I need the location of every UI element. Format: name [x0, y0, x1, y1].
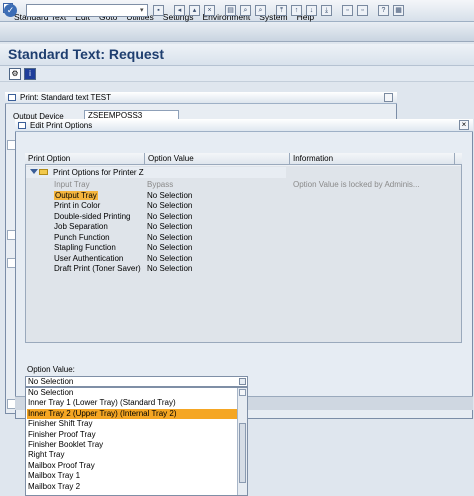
dialog-window-icon	[18, 122, 26, 129]
option-value-cell: Bypass	[147, 180, 174, 189]
dropdown-arrow-icon[interactable]	[239, 378, 246, 385]
find-icon[interactable]: ⌕	[240, 5, 251, 16]
next-page-icon[interactable]: ↓	[306, 5, 317, 16]
application-toolbar	[0, 66, 474, 82]
option-value-select[interactable]: No Selection	[25, 376, 248, 387]
print-option-cell: Print in Color	[54, 201, 101, 210]
option-value-cell: No Selection	[147, 232, 193, 242]
last-page-icon[interactable]: ⤓	[321, 5, 332, 16]
toolbar-icons: ▪ ◂ ▴ × ▤ ⌕ ⌕ ⤒ ↑ ↓ ⤓ ▫ ▫ ? ▦	[153, 5, 404, 16]
print-option-cell: User Authentication	[54, 253, 124, 263]
save-icon[interactable]: ▪	[153, 5, 164, 16]
toolbar-separator	[336, 5, 338, 16]
cancel-icon[interactable]: ×	[204, 5, 215, 16]
display-change-icon[interactable]: ⚙	[9, 68, 21, 80]
table-row[interactable]: Draft Print (Toner Saver) No Selection	[26, 264, 461, 275]
option-value-label: Option Value:	[27, 365, 75, 374]
new-session-icon[interactable]: ▫	[342, 5, 353, 16]
layout-menu-icon[interactable]: ▦	[393, 5, 404, 16]
print-option-cell: Output Tray	[54, 190, 98, 200]
tree-group-row[interactable]: Print Options for Printer Z	[26, 167, 286, 178]
column-header-option-value[interactable]: Option Value	[148, 154, 194, 163]
column-header-information[interactable]: Information	[293, 154, 333, 163]
listbox-item[interactable]: Finisher Shift Tray	[27, 419, 237, 429]
listbox-item[interactable]: Inner Tray 1 (Lower Tray) (Standard Tray…	[27, 398, 237, 408]
option-value-selected: No Selection	[28, 377, 74, 386]
scrollbar-thumb[interactable]	[239, 423, 246, 483]
option-value-cell: No Selection	[147, 201, 193, 210]
print-dialog-titlebar: Print: Standard text TEST	[5, 92, 397, 104]
group-label: Print Options for Printer Z	[53, 168, 144, 177]
option-value-listbox[interactable]: No Selection Inner Tray 1 (Lower Tray) (…	[25, 387, 248, 496]
toolbar-separator	[270, 5, 272, 16]
option-value-cell: No Selection	[147, 190, 193, 200]
option-value-cell: No Selection	[147, 222, 193, 231]
listbox-item[interactable]: Mailbox Tray 1	[27, 471, 237, 481]
table-row[interactable]: Job Separation No Selection	[26, 222, 461, 233]
back-icon[interactable]: ◂	[174, 5, 185, 16]
enter-icon[interactable]: ✓	[4, 4, 17, 17]
dialog-window-icon	[8, 94, 16, 101]
first-page-icon[interactable]: ⤒	[276, 5, 287, 16]
edit-print-options-title: Edit Print Options	[30, 121, 93, 130]
folder-icon	[39, 169, 48, 175]
option-value-cell: No Selection	[147, 243, 193, 252]
table-row[interactable]: User Authentication No Selection	[26, 254, 461, 265]
listbox-item[interactable]: Right Tray	[27, 450, 237, 460]
command-field[interactable]	[26, 4, 148, 17]
column-divider[interactable]	[144, 153, 145, 165]
command-dropdown-icon[interactable]: ▾	[140, 6, 147, 15]
print-dialog-title: Print: Standard text TEST	[20, 93, 112, 102]
shortcut-icon[interactable]: ▫	[357, 5, 368, 16]
print-option-cell: Job Separation	[54, 222, 108, 231]
listbox-item[interactable]: Mailbox Proof Tray	[27, 461, 237, 471]
print-option-cell: Stapling Function	[54, 243, 116, 252]
table-header: Print Option Option Value Information	[25, 153, 462, 165]
option-value-cell: No Selection	[147, 253, 193, 263]
close-icon[interactable]: ×	[459, 120, 469, 130]
expand-triangle-icon[interactable]	[30, 169, 38, 174]
standard-toolbar	[0, 22, 474, 42]
page-title: Standard Text: Request	[8, 46, 165, 62]
information-cell: Option Value is locked by Adminis...	[293, 180, 420, 189]
toolbar-separator	[168, 5, 170, 16]
table-row[interactable]: Stapling Function No Selection	[26, 243, 461, 254]
table-row[interactable]: Print in Color No Selection	[26, 201, 461, 212]
table-row[interactable]: Double-sided Printing No Selection	[26, 212, 461, 223]
exit-icon[interactable]: ▴	[189, 5, 200, 16]
column-divider[interactable]	[289, 153, 290, 165]
print-option-cell: Input Tray	[54, 180, 90, 189]
toolbar-separator	[372, 5, 374, 16]
close-icon[interactable]	[384, 93, 393, 102]
listbox-item-selected[interactable]: Inner Tray 2 (Upper Tray) (Internal Tray…	[27, 408, 237, 420]
print-icon[interactable]: ▤	[225, 5, 236, 16]
listbox-item[interactable]: Mailbox Tray 2	[27, 482, 237, 492]
listbox-item[interactable]: No Selection	[27, 388, 237, 398]
prev-page-icon[interactable]: ↑	[291, 5, 302, 16]
edit-print-options-titlebar: Edit Print Options ×	[15, 119, 473, 132]
print-option-cell: Double-sided Printing	[54, 211, 131, 221]
table-row[interactable]: Input Tray Bypass Option Value is locked…	[26, 180, 461, 191]
listbox-scrollbar[interactable]	[237, 388, 247, 495]
column-divider[interactable]	[454, 153, 455, 165]
help-icon[interactable]: ?	[378, 5, 389, 16]
table-row[interactable]: Output Tray No Selection	[26, 190, 461, 202]
print-option-cell: Draft Print (Toner Saver)	[54, 264, 141, 273]
column-header-print-option[interactable]: Print Option	[28, 154, 70, 163]
option-value-cell: No Selection	[147, 211, 193, 221]
toolbar-separator	[219, 5, 221, 16]
scroll-up-icon[interactable]	[239, 389, 246, 396]
info-icon[interactable]: i	[24, 68, 36, 80]
find-next-icon[interactable]: ⌕	[255, 5, 266, 16]
table-row[interactable]: Punch Function No Selection	[26, 233, 461, 244]
listbox-item[interactable]: Finisher Booklet Tray	[27, 440, 237, 450]
option-value-cell: No Selection	[147, 264, 193, 273]
listbox-item[interactable]: Finisher Proof Tray	[27, 430, 237, 440]
print-option-cell: Punch Function	[54, 232, 110, 242]
